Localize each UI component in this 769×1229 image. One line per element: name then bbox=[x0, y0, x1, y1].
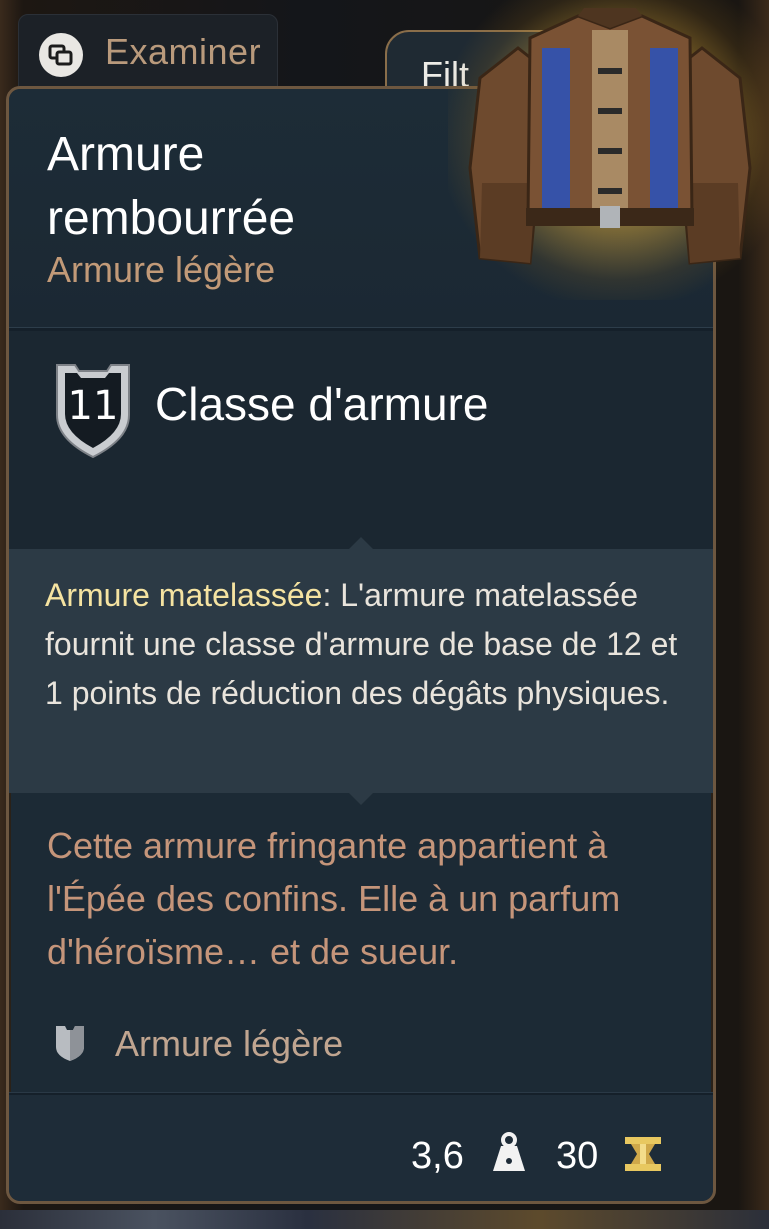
item-footer: 3,6 30 bbox=[9, 1095, 713, 1201]
weight-value: 3,6 bbox=[411, 1135, 464, 1177]
examine-tab[interactable]: Examiner bbox=[18, 14, 278, 94]
background-hotbar-strip bbox=[0, 1210, 769, 1229]
flavor-text: Cette armure fringante appartient à l'Ép… bbox=[47, 825, 621, 972]
gold-icon bbox=[625, 1137, 661, 1171]
light-armor-icon bbox=[56, 1026, 84, 1061]
passive-name: Armure matelassée bbox=[45, 577, 323, 613]
item-type: Armure légère bbox=[47, 249, 276, 290]
armor-class-value: 11 bbox=[67, 383, 119, 429]
padded-armor-image bbox=[468, 8, 752, 265]
item-name: Armure rembourrée bbox=[47, 128, 296, 245]
passive-text: Armure matelassée: L'armure matelassée f… bbox=[45, 571, 685, 718]
examine-label: Examiner bbox=[105, 31, 262, 72]
passive-notch-top bbox=[349, 537, 373, 549]
passive-separator: : bbox=[322, 577, 341, 613]
armor-class-label: Classe d'armure bbox=[155, 378, 489, 430]
armor-type-tag: Armure légère bbox=[9, 1009, 713, 1083]
price-value: 30 bbox=[556, 1135, 599, 1177]
examine-icon bbox=[39, 33, 83, 77]
armor-class-section: 11 Classe d'armure bbox=[9, 331, 713, 549]
passive-notch-bottom bbox=[349, 793, 373, 805]
weight-icon bbox=[493, 1132, 525, 1171]
tooltip-screen: Examiner Filt Armure rembourrée Armure l… bbox=[0, 0, 769, 1229]
armor-type-label: Armure légère bbox=[115, 1023, 344, 1064]
passive-box: Armure matelassée: L'armure matelassée f… bbox=[9, 549, 713, 793]
